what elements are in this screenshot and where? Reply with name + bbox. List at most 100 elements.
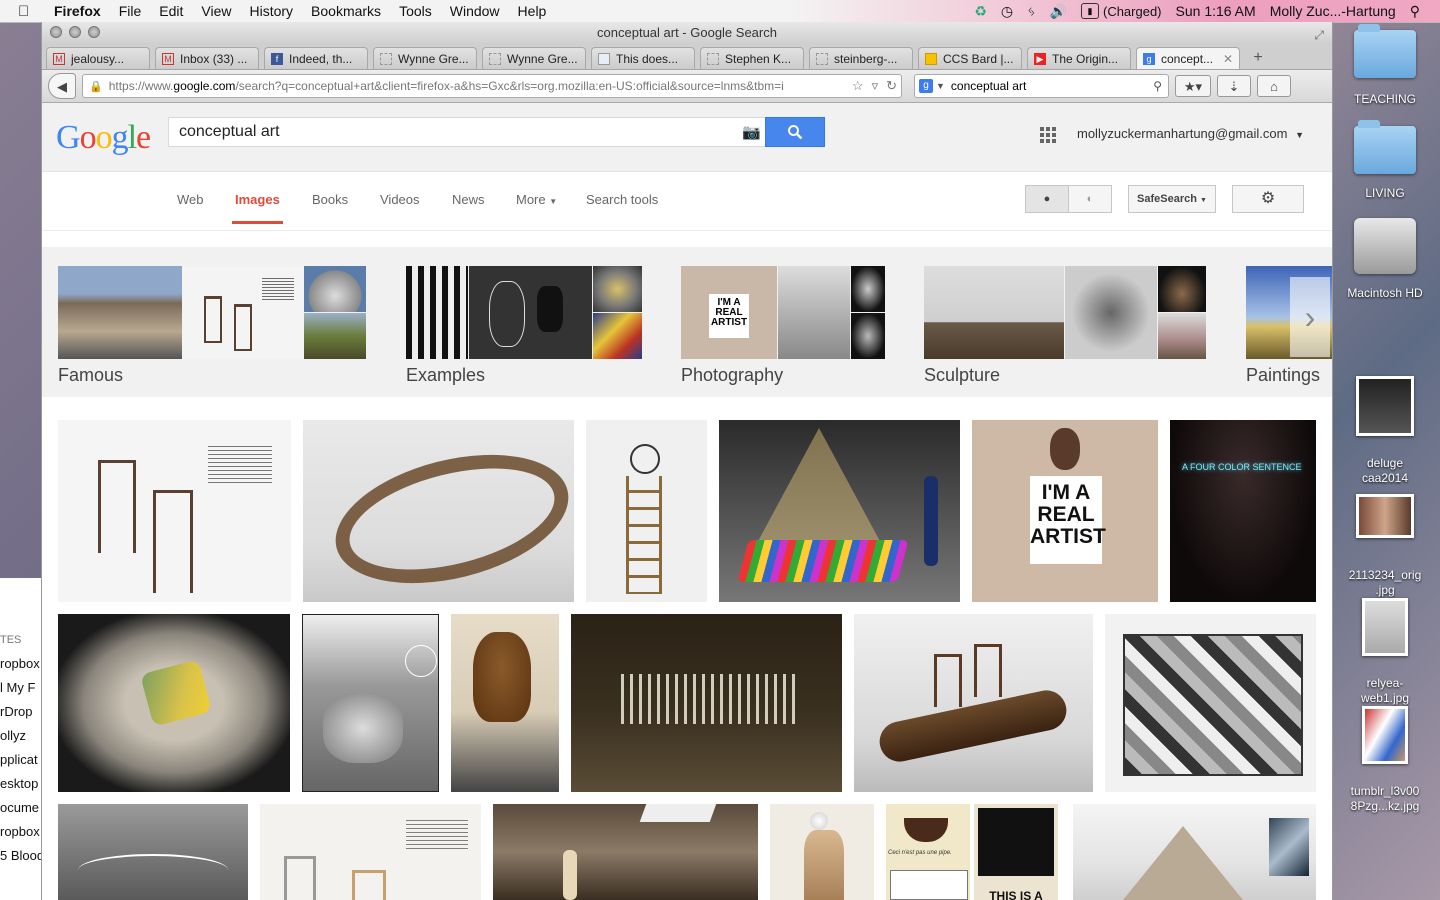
related-photography[interactable]: I'M A REAL ARTIST Photography [681, 266, 885, 386]
browser-tab[interactable]: Wynne Gre... [373, 47, 477, 69]
account-menu[interactable]: mollyzuckermanhartung@gmail.com ▼ [1077, 126, 1304, 141]
browser-tab[interactable]: Mjealousy... [46, 47, 150, 69]
tab-books[interactable]: Books [312, 192, 348, 207]
bookmark-star-icon[interactable]: ☆ [852, 78, 864, 94]
image-result[interactable] [586, 420, 707, 602]
finder-item[interactable]: ropbox [0, 652, 44, 676]
finder-item[interactable]: TES [0, 628, 44, 652]
browser-tab[interactable]: This does... [591, 47, 695, 69]
settings-button[interactable]: ⚙ [1232, 185, 1304, 213]
sync-icon[interactable]: ♻ [974, 3, 987, 20]
tab-more[interactable]: More ▼ [516, 192, 557, 207]
menu-window[interactable]: Window [450, 3, 500, 19]
close-tab-icon[interactable]: ✕ [1223, 52, 1233, 66]
finder-item[interactable]: esktop [0, 772, 44, 796]
tab-videos[interactable]: Videos [380, 192, 420, 207]
browser-tab[interactable]: Stephen K... [700, 47, 804, 69]
image-result[interactable] [303, 420, 574, 602]
image-result[interactable]: I'M A REAL ARTIST [972, 420, 1158, 602]
image-result[interactable] [1105, 614, 1316, 792]
time-machine-icon[interactable]: ◷ [1001, 3, 1013, 20]
home-button[interactable]: ⌂ [1257, 75, 1291, 97]
user-menu[interactable]: Molly Zuc...-Hartung [1270, 3, 1396, 19]
menu-tools[interactable]: Tools [399, 3, 432, 19]
global-results-button[interactable]: ◐ [1068, 185, 1112, 213]
image-result[interactable] [451, 614, 559, 792]
menu-bookmarks[interactable]: Bookmarks [311, 3, 381, 19]
browser-tab[interactable]: f Indeed, th... [264, 47, 368, 69]
search-tools-button[interactable]: Search tools [586, 192, 658, 207]
image-result[interactable] [58, 614, 290, 792]
tab-web[interactable]: Web [177, 192, 204, 207]
zoom-window-button[interactable] [88, 26, 100, 38]
related-sculpture[interactable]: Sculpture [924, 266, 1206, 386]
chevron-right-icon[interactable]: › [1290, 277, 1330, 357]
close-window-button[interactable] [50, 26, 62, 38]
volume-icon[interactable]: 🔊 [1050, 3, 1067, 20]
menu-edit[interactable]: Edit [159, 3, 183, 19]
fullscreen-icon[interactable]: ⤢ [1314, 25, 1324, 46]
image-result[interactable] [58, 804, 248, 900]
finder-item[interactable]: pplicat [0, 748, 44, 772]
browser-tab[interactable]: steinberg-... [809, 47, 913, 69]
image-result[interactable]: A FOUR COLOR SENTENCE [1170, 420, 1316, 602]
browser-tab[interactable]: Wynne Gre... [482, 47, 586, 69]
image-result[interactable] [1073, 804, 1316, 900]
related-examples[interactable]: Examples [406, 266, 642, 386]
image-result[interactable]: Ceci n'est pas une pipe. [886, 804, 970, 900]
google-engine-icon[interactable]: g [919, 79, 933, 93]
tab-images[interactable]: Images [232, 192, 283, 224]
bookmarks-button[interactable]: ★▾ [1175, 75, 1211, 97]
browser-tab[interactable]: M Inbox (33) ... [155, 47, 259, 69]
image-result[interactable] [58, 420, 291, 602]
desktop-macintosh-hd[interactable]: Macintosh HD [1340, 218, 1430, 300]
desktop-folder-teaching[interactable]: TEACHING [1345, 24, 1425, 106]
menu-help[interactable]: Help [518, 3, 547, 19]
spotlight-icon[interactable]: ⚲ [1410, 3, 1420, 20]
google-logo[interactable]: Google [56, 119, 151, 157]
clock[interactable]: Sun 1:16 AM [1176, 3, 1256, 19]
window-titlebar[interactable]: conceptual art - Google Search ⤢ [42, 22, 1332, 43]
downloads-button[interactable]: ⇣ [1217, 75, 1251, 97]
menu-app-firefox[interactable]: Firefox [54, 3, 101, 19]
menu-view[interactable]: View [201, 3, 231, 19]
reload-icon[interactable]: ↻ [886, 78, 897, 94]
desktop-file-tumblr[interactable]: tumblr_l3v00 8Pzg...kz.jpg [1335, 692, 1435, 828]
menu-file[interactable]: File [119, 3, 142, 19]
apple-menu-icon[interactable]:  [18, 3, 36, 20]
image-result[interactable] [493, 804, 758, 900]
image-result[interactable] [854, 614, 1093, 792]
image-result[interactable] [302, 614, 439, 792]
apps-grid-icon[interactable] [1040, 127, 1056, 143]
finder-item[interactable]: ollyz [0, 724, 44, 748]
browser-tab[interactable]: ▶ The Origin... [1027, 47, 1131, 69]
engine-dropdown-icon[interactable]: ▼ [936, 81, 945, 91]
finder-item[interactable]: 5 Blood And Fire ma [0, 844, 44, 868]
safesearch-button[interactable]: SafeSearch ▼ [1128, 185, 1216, 213]
image-result[interactable]: THIS IS A MIRROR [974, 804, 1058, 900]
search-icon[interactable]: ⚲ [1153, 79, 1162, 93]
related-famous[interactable]: Famous [58, 266, 366, 386]
bluetooth-icon[interactable]: ᛃ [1027, 3, 1035, 19]
personal-results-button[interactable]: ● [1025, 185, 1069, 213]
desktop-folder-living[interactable]: LIVING [1345, 120, 1425, 200]
camera-icon[interactable]: 📷 [742, 123, 761, 141]
lock-icon[interactable]: 🔒 [89, 80, 103, 93]
query-input[interactable]: conceptual art [168, 117, 766, 147]
tab-news[interactable]: News [452, 192, 485, 207]
finder-item[interactable]: rDrop [0, 700, 44, 724]
browser-tab[interactable]: CCS Bard |... [918, 47, 1022, 69]
finder-item[interactable]: ocume [0, 796, 44, 820]
minimize-window-button[interactable] [69, 26, 81, 38]
image-result[interactable] [571, 614, 842, 792]
image-result[interactable] [719, 420, 960, 602]
search-bar[interactable]: g ▼ conceptual art ⚲ [914, 74, 1169, 98]
finder-item[interactable]: ropbox [0, 820, 44, 844]
back-button[interactable]: ◀ [48, 73, 76, 99]
search-button[interactable] [765, 117, 825, 147]
battery-icon[interactable]: ▮ [1080, 3, 1099, 19]
image-result[interactable] [770, 804, 874, 900]
url-bar[interactable]: 🔒 https://www.google.com/search?q=concep… [82, 74, 902, 98]
menu-history[interactable]: History [249, 3, 293, 19]
new-tab-button[interactable]: + [1245, 47, 1271, 69]
